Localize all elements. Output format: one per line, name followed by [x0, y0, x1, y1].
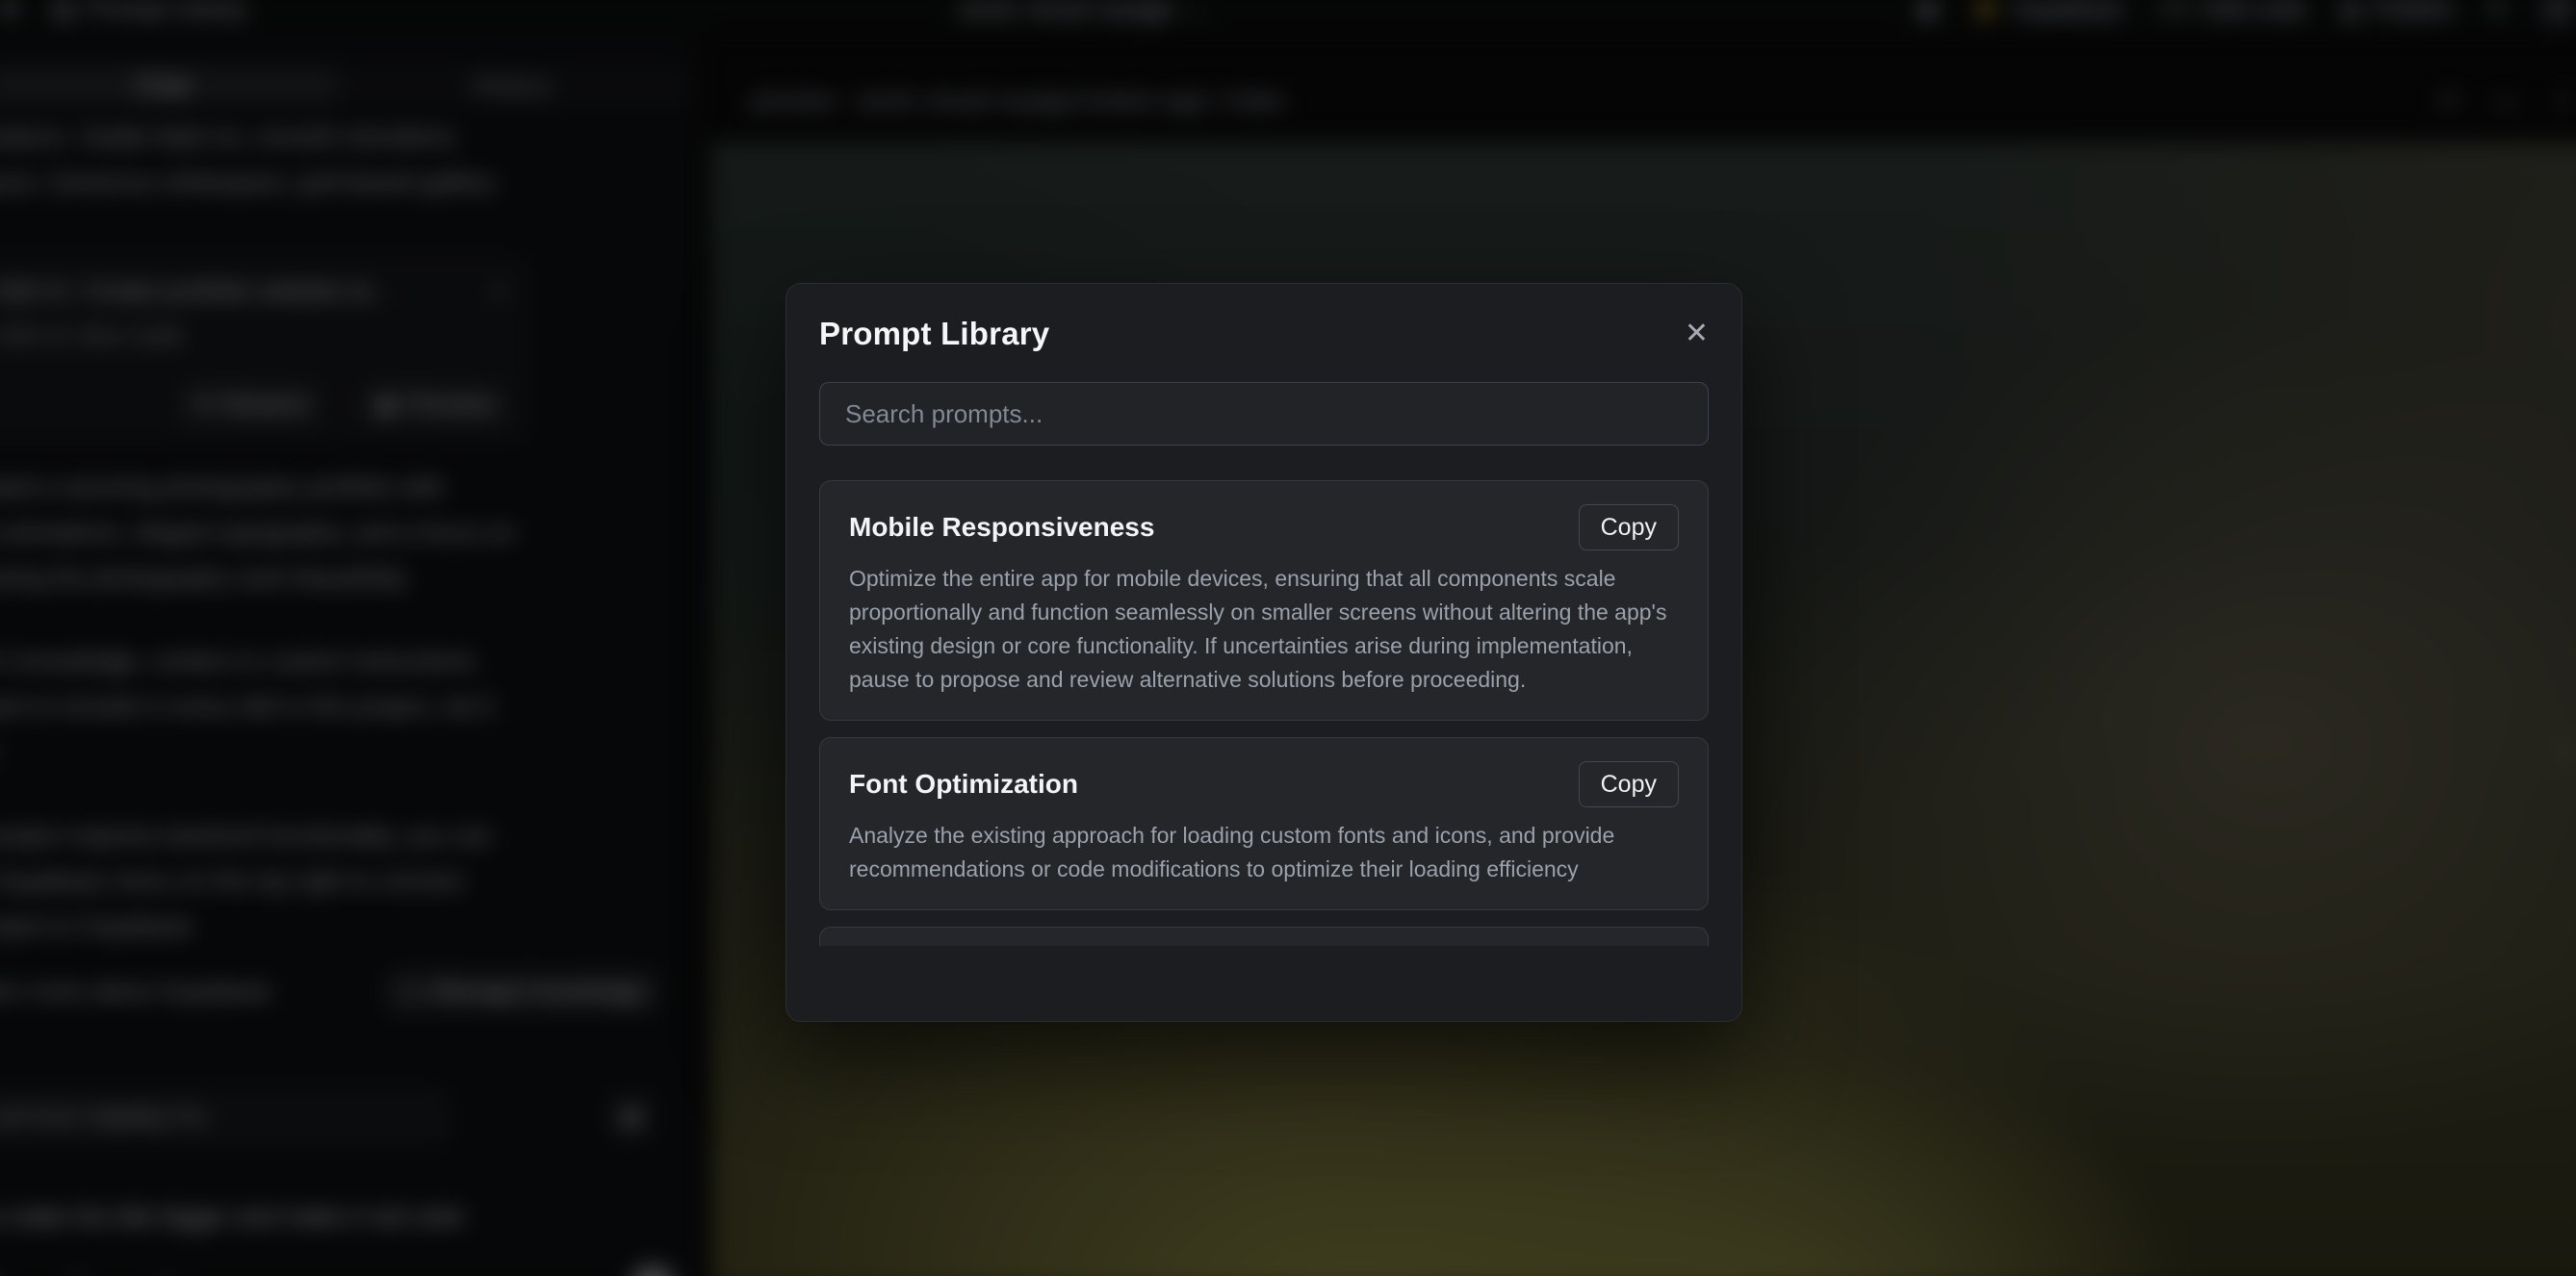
prompt-list: Mobile Responsiveness Copy Optimize the … — [819, 480, 1709, 946]
prompt-card-mobile-responsiveness[interactable]: Mobile Responsiveness Copy Optimize the … — [819, 480, 1709, 721]
copy-button[interactable]: Copy — [1579, 504, 1679, 550]
modal-title: Prompt Library — [819, 316, 1049, 352]
modal-close-button[interactable]: ✕ — [1685, 319, 1709, 348]
copy-button[interactable]: Copy — [1579, 761, 1679, 807]
prompt-card-partial[interactable] — [819, 927, 1709, 946]
prompt-title: Mobile Responsiveness — [849, 512, 1154, 543]
prompt-library-modal: Prompt Library ✕ Mobile Responsiveness C… — [786, 283, 1742, 1022]
prompt-title: Font Optimization — [849, 769, 1078, 800]
prompt-search-input[interactable] — [819, 382, 1709, 446]
prompt-description: Analyze the existing approach for loadin… — [849, 819, 1679, 886]
prompt-description: Optimize the entire app for mobile devic… — [849, 562, 1679, 697]
app-screen: ♥ ▤ Prompt Library arctic visual voyage … — [0, 0, 2576, 1276]
prompt-card-font-optimization[interactable]: Font Optimization Copy Analyze the exist… — [819, 737, 1709, 910]
